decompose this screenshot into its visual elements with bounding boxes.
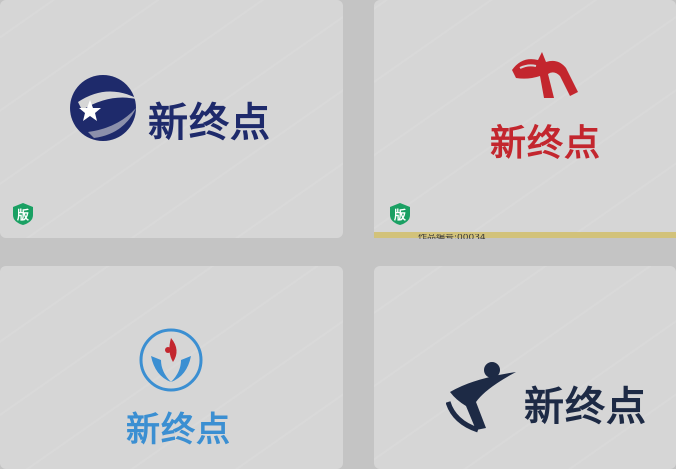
logo-card-1[interactable]: 新终点 版 — [0, 0, 343, 238]
logo-card-3[interactable]: 新终点 — [0, 266, 343, 469]
globe-star-logo-icon — [70, 75, 140, 141]
copyright-badge: 版 — [13, 203, 33, 225]
caption-strip-text: 作品编号:00034 — [418, 234, 486, 239]
badge-label: 版 — [393, 208, 406, 222]
logo-wordmark: 新终点 — [524, 384, 647, 430]
logo-card-4[interactable]: 新终点 — [374, 266, 676, 469]
logo-card-2[interactable]: 新终点 版 — [374, 0, 676, 238]
flame-circle-logo-icon — [139, 328, 203, 392]
badge-label: 版 — [16, 208, 29, 222]
runner-logo-icon — [446, 362, 516, 433]
watermark-pattern — [374, 266, 676, 469]
copyright-badge: 版 — [390, 203, 410, 225]
logo-grid: 新终点 版 新终点 版 作品编号:00034 新终点 新终点 — [0, 0, 676, 469]
dragon-logo-icon — [512, 52, 578, 98]
logo-wordmark: 新终点 — [126, 410, 231, 450]
logo-wordmark: 新终点 — [490, 123, 602, 164]
logo-wordmark: 新终点 — [148, 100, 271, 146]
